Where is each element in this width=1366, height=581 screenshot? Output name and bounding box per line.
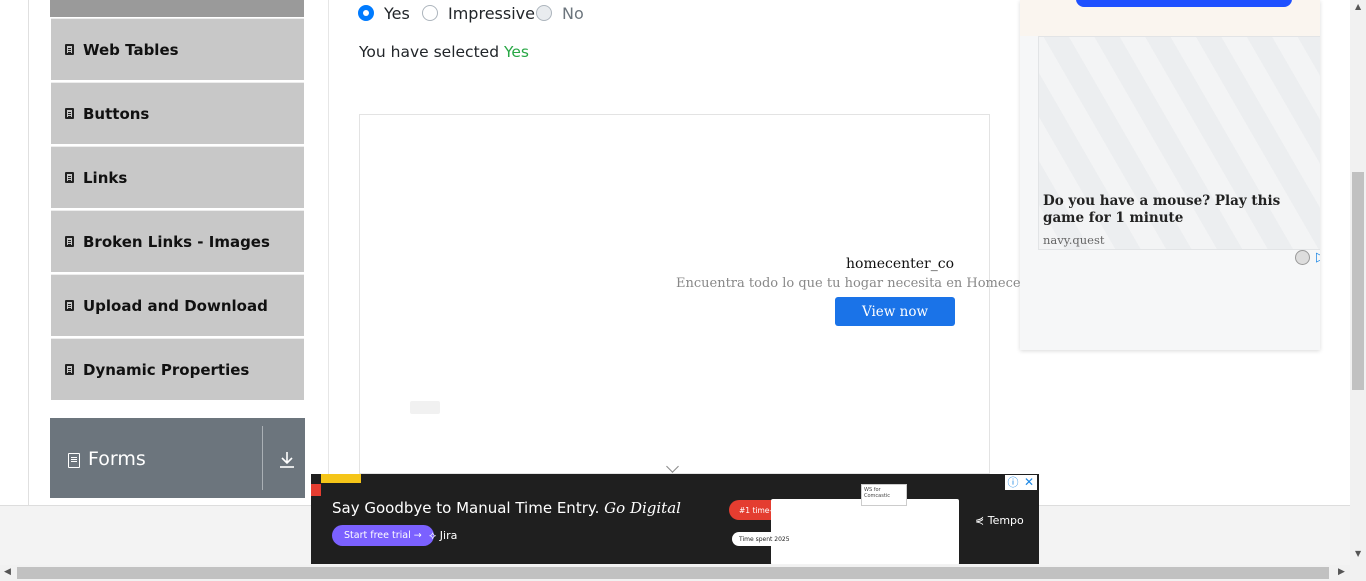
- ad-view-button[interactable]: View now: [835, 297, 955, 326]
- scroll-up-icon[interactable]: ▲: [1355, 2, 1361, 11]
- download-icon[interactable]: [279, 451, 295, 469]
- bottom-banner-ad[interactable]: Say Goodbye to Manual Time Entry. Go Dig…: [311, 474, 1039, 564]
- banner-cta-button[interactable]: Start free trial →: [332, 525, 434, 546]
- left-border: [28, 0, 29, 505]
- ad-tag: [410, 401, 440, 414]
- horizontal-scroll-thumb[interactable]: [17, 567, 1329, 579]
- sidebar-item-buttons[interactable]: Buttons: [51, 82, 304, 144]
- ad-top-button[interactable]: [1076, 0, 1292, 7]
- radio-label: Yes: [384, 3, 410, 23]
- chevron-down-icon[interactable]: [666, 460, 679, 473]
- ad-container: homecenter_co Encuentra todo lo que tu h…: [359, 114, 1034, 474]
- adchoices-face-icon[interactable]: [1295, 250, 1310, 265]
- banner-cta-label: Start free trial: [344, 530, 411, 541]
- radio-no: No: [536, 3, 584, 23]
- horizontal-scrollbar[interactable]: ◀ ▶: [0, 565, 1366, 581]
- sidebar-item-partial[interactable]: [50, 0, 304, 17]
- html-icon: [65, 108, 74, 119]
- html-icon: [65, 172, 74, 183]
- scroll-left-icon[interactable]: ◀: [4, 567, 11, 577]
- radio-label: Impressive: [448, 3, 535, 23]
- ad-domain[interactable]: navy.quest: [1043, 233, 1104, 247]
- sidebar-item-label: Upload and Download: [83, 296, 268, 315]
- sidebar-item-label: Links: [83, 168, 128, 187]
- banner-headline-italic: Go Digital: [604, 499, 681, 517]
- jira-logo: ⟡ Jira: [429, 529, 458, 542]
- vertical-scrollbar[interactable]: ▲ ▼: [1350, 0, 1366, 565]
- banner-accent: [311, 484, 321, 496]
- radio-impressive[interactable]: Impressive: [422, 3, 535, 23]
- sidebar-item-label: Dynamic Properties: [83, 360, 250, 379]
- scroll-down-icon[interactable]: ▼: [1355, 549, 1361, 558]
- sidebar-item-label: Web Tables: [83, 40, 179, 59]
- radio-button-checked[interactable]: [358, 5, 374, 21]
- html-icon: [65, 236, 74, 247]
- close-icon[interactable]: ✕: [1021, 475, 1037, 490]
- banner-pill-time: Time spent 2025: [732, 532, 797, 546]
- sidebar-group-forms[interactable]: Forms: [50, 418, 305, 498]
- scroll-right-icon[interactable]: ▶: [1338, 567, 1345, 577]
- banner-headline: Say Goodbye to Manual Time Entry. Go Dig…: [332, 499, 681, 517]
- ad-description[interactable]: Encuentra todo lo que tu hogar necesita …: [676, 276, 1034, 291]
- group-header: Forms: [68, 448, 146, 470]
- sidebar-item-web-tables[interactable]: Web Tables: [51, 18, 304, 80]
- ad-title[interactable]: homecenter_co: [846, 256, 954, 272]
- sidebar-ad: Do you have a mouse? Play this game for …: [1020, 0, 1320, 350]
- vertical-scroll-thumb[interactable]: [1352, 172, 1364, 390]
- tempo-logo: ⋞ Tempo: [975, 514, 1024, 527]
- selection-result: You have selected Yes: [359, 43, 529, 61]
- group-divider: [262, 426, 263, 490]
- sidebar-divider: [328, 0, 329, 505]
- sidebar-item-broken-links[interactable]: Broken Links - Images: [51, 210, 304, 272]
- document-icon: [68, 452, 80, 468]
- banner-card: WS for Comcastic: [861, 484, 907, 506]
- banner-accent: [321, 474, 361, 483]
- radio-button[interactable]: [422, 5, 438, 21]
- sidebar-item-links[interactable]: Links: [51, 146, 304, 208]
- html-icon: [65, 364, 74, 375]
- radio-button-disabled: [536, 5, 552, 21]
- banner-headline-plain: Say Goodbye to Manual Time Entry.: [332, 499, 600, 517]
- result-prefix: You have selected: [359, 43, 500, 61]
- sidebar-item-dynamic-properties[interactable]: Dynamic Properties: [51, 338, 304, 400]
- html-icon: [65, 44, 74, 55]
- tempo-label: Tempo: [987, 514, 1024, 527]
- group-label: Forms: [88, 448, 146, 470]
- result-value: Yes: [503, 43, 529, 61]
- radio-yes[interactable]: Yes: [358, 3, 410, 23]
- html-icon: [65, 300, 74, 311]
- sidebar-item-label: Buttons: [83, 104, 150, 123]
- banner-screenshot: [771, 499, 959, 564]
- jira-label: Jira: [439, 529, 458, 542]
- sidebar-item-upload-download[interactable]: Upload and Download: [51, 274, 304, 336]
- sidebar-item-label: Broken Links - Images: [83, 232, 270, 251]
- radio-label: No: [562, 3, 584, 23]
- ad-headline[interactable]: Do you have a mouse? Play this game for …: [1043, 193, 1313, 227]
- ad-info-icon[interactable]: ⓘ: [1005, 475, 1021, 490]
- adchoices-icon[interactable]: ▷: [1316, 250, 1320, 265]
